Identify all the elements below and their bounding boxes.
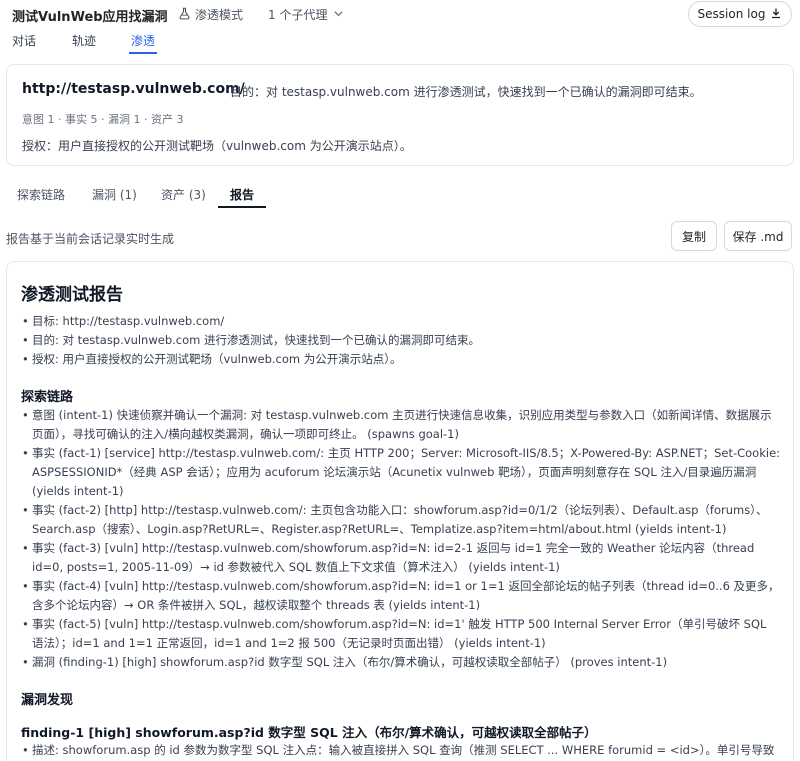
report-title: 渗透测试报告 bbox=[21, 285, 123, 305]
exploration-chain-list: 意图 (intent-1) 快速侦察并确认一个漏洞: 对 testasp.vul… bbox=[21, 406, 781, 672]
app-title: 测试VulnWeb应用找漏洞 bbox=[12, 10, 168, 25]
tab-exploration-chain[interactable]: 探索链路 bbox=[17, 186, 65, 203]
subagent-select-label: 1 个子代理 bbox=[268, 8, 328, 22]
subagent-select[interactable]: 1 个子代理 bbox=[268, 6, 344, 23]
list-item: 描述: showforum.asp 的 id 参数为数字型 SQL 注入点：输入… bbox=[21, 741, 781, 760]
main-tabs: 对话 轨迹 渗透 bbox=[0, 30, 800, 54]
list-item: 授权: 用户直接授权的公开测试靶场（vulnweb.com 为公开演示站点）。 bbox=[21, 350, 781, 369]
flask-icon bbox=[178, 7, 191, 23]
active-tab-indicator bbox=[218, 206, 266, 208]
top-bar: 测试VulnWeb应用找漏洞 渗透模式 1 个子代理 Session log bbox=[0, 0, 800, 28]
session-log-label: Session log bbox=[697, 7, 766, 21]
save-md-button[interactable]: 保存 .md bbox=[724, 221, 792, 251]
target-card: http://testasp.vulnweb.com/ 目的：对 testasp… bbox=[6, 64, 794, 166]
list-item: 事实 (fact-5) [vuln] http://testasp.vulnwe… bbox=[21, 615, 781, 653]
report-panel: 渗透测试报告 目标: http://testasp.vulnweb.com/ 目… bbox=[6, 261, 794, 761]
list-item: 漏洞 (finding-1) [high] showforum.asp?id 数… bbox=[21, 653, 781, 672]
tab-vulnerabilities[interactable]: 漏洞 (1) bbox=[92, 186, 137, 203]
target-url: http://testasp.vulnweb.com/ bbox=[22, 81, 245, 97]
copy-button[interactable]: 复制 bbox=[671, 221, 717, 251]
list-item: 事实 (fact-3) [vuln] http://testasp.vulnwe… bbox=[21, 539, 781, 577]
report-summary-list: 目标: http://testasp.vulnweb.com/ 目的: 对 te… bbox=[21, 312, 781, 369]
target-authorization: 授权：用户直接授权的公开测试靶场（vulnweb.com 为公开演示站点）。 bbox=[22, 139, 412, 153]
tab-trace[interactable]: 轨迹 bbox=[72, 32, 96, 49]
finding-title: finding-1 [high] showforum.asp?id 数字型 SQ… bbox=[21, 725, 597, 740]
list-item: 目标: http://testasp.vulnweb.com/ bbox=[21, 312, 781, 331]
finding-details-list: 描述: showforum.asp 的 id 参数为数字型 SQL 注入点：输入… bbox=[21, 741, 781, 760]
target-goal: 目的：对 testasp.vulnweb.com 进行渗透测试，快速找到一个已确… bbox=[230, 85, 702, 99]
mode-label: 渗透模式 bbox=[195, 8, 244, 22]
report-note: 报告基于当前会话记录实时生成 bbox=[6, 232, 175, 246]
mode-indicator[interactable]: 渗透模式 bbox=[178, 6, 243, 23]
session-log-button[interactable]: Session log bbox=[688, 1, 792, 27]
target-stats: 意图 1 · 事实 5 · 漏洞 1 · 资产 3 bbox=[22, 113, 184, 126]
tab-pentest[interactable]: 渗透 bbox=[128, 32, 158, 54]
report-tabs: 探索链路 漏洞 (1) 资产 (3) 报告 bbox=[0, 182, 800, 210]
section-heading-findings: 漏洞发现 bbox=[21, 693, 74, 708]
list-item: 事实 (fact-1) [service] http://testasp.vul… bbox=[21, 444, 781, 501]
chevron-down-icon bbox=[333, 8, 344, 22]
list-item: 事实 (fact-2) [http] http://testasp.vulnwe… bbox=[21, 501, 781, 539]
list-item: 目的: 对 testasp.vulnweb.com 进行渗透测试，快速找到一个已… bbox=[21, 331, 781, 350]
list-item: 事实 (fact-4) [vuln] http://testasp.vulnwe… bbox=[21, 577, 781, 615]
tab-assets[interactable]: 资产 (3) bbox=[161, 186, 206, 203]
tab-chat[interactable]: 对话 bbox=[12, 32, 36, 49]
download-icon bbox=[770, 7, 782, 22]
tab-report[interactable]: 报告 bbox=[230, 186, 254, 203]
section-heading-chain: 探索链路 bbox=[21, 390, 74, 405]
list-item: 意图 (intent-1) 快速侦察并确认一个漏洞: 对 testasp.vul… bbox=[21, 406, 781, 444]
